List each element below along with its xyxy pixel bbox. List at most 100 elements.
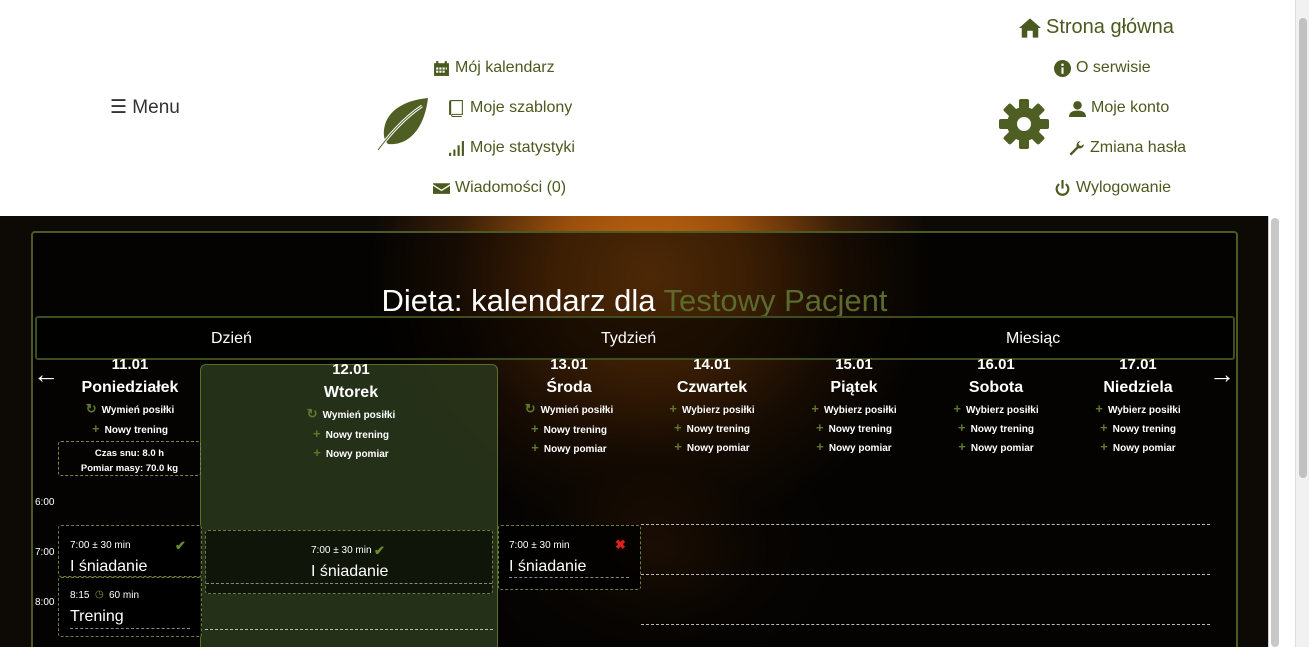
check-icon: ✔ — [175, 538, 186, 553]
plus-icon: + — [531, 440, 539, 455]
page-scrollbar-thumb[interactable] — [1299, 18, 1307, 478]
plus-icon: + — [958, 439, 966, 454]
nav-my-templates[interactable]: Moje szablony — [448, 99, 572, 117]
action-new-training[interactable]: + Nowy trening — [498, 421, 640, 436]
action-swap-meals[interactable]: ↻ Wymień posiłki — [59, 401, 201, 417]
day-header-monday: 11.01 Poniedziałek ↻ Wymień posiłki + Nowy… — [59, 356, 201, 436]
day-header-saturday: 16.01 Sobota + Wybierz posiłki + Nowy tren… — [925, 356, 1067, 454]
event-time: 7:00 ± 30 min — [70, 540, 131, 551]
patient-name[interactable]: Testowy Pacjent — [664, 283, 888, 318]
refresh-icon: ↻ — [85, 401, 97, 416]
nav-my-statistics-label: Moje statystyki — [470, 139, 575, 156]
day-name: Czwartek — [676, 379, 748, 396]
tab-month[interactable]: Miesiąc — [1006, 330, 1060, 348]
nav-my-account[interactable]: Moje konto — [1069, 99, 1169, 117]
nav-my-calendar[interactable]: Mój kalendarz — [433, 59, 555, 77]
page-title: Dieta: kalendarz dla Testowy Pacjent — [33, 283, 1236, 319]
nav-change-password[interactable]: Zmiana hasła — [1068, 139, 1186, 157]
day-name: Środa — [546, 379, 592, 396]
nav-home[interactable]: Strona główna — [1019, 16, 1174, 39]
home-icon — [1019, 17, 1041, 39]
action-swap-meals[interactable]: ↻ Wymień posiłki — [280, 406, 422, 422]
tab-week[interactable]: Tydzień — [601, 330, 656, 348]
content-scrollbar-thumb[interactable] — [1271, 218, 1279, 647]
daily-stats-box[interactable]: Czas snu: 8.0 h Pomiar masy: 70.0 kg — [58, 441, 201, 476]
nav-about[interactable]: O serwisie — [1054, 59, 1151, 77]
plus-icon: + — [669, 401, 677, 416]
next-week-arrow[interactable]: → — [1209, 359, 1235, 390]
event-time: 8:15 — [70, 590, 90, 601]
action-new-training[interactable]: + Nowy trening — [1067, 420, 1209, 435]
event-title: Trening — [70, 608, 124, 625]
event-time: 7:00 ± 30 min — [311, 545, 372, 556]
day-header-tuesday: 12.01 Wtorek ↻ Wymień posiłki + Nowy treni… — [280, 361, 422, 460]
hour-label: 7:00 — [35, 547, 55, 558]
action-new-training[interactable]: + Nowy trening — [641, 420, 783, 435]
meal-event[interactable]: 7:00 ± 30 min ✖ I śniadanie — [498, 525, 641, 590]
top-header: ☰ Menu Mój kalendarz Moje szablony Moje … — [0, 0, 1309, 216]
tab-day[interactable]: Dzień — [211, 330, 252, 348]
grid-line — [205, 629, 493, 630]
day-name: Poniedziałek — [81, 379, 179, 396]
nav-my-calendar-label: Mój kalendarz — [455, 59, 555, 76]
action-new-training[interactable]: + Nowy trening — [59, 421, 201, 436]
nav-logout-label: Wylogowanie — [1076, 179, 1172, 196]
action-new-training[interactable]: + Nowy trening — [925, 420, 1067, 435]
info-icon — [1054, 59, 1071, 77]
plus-icon: + — [531, 421, 539, 436]
plus-icon: + — [674, 439, 682, 454]
menu-button[interactable]: ☰ Menu — [110, 96, 180, 119]
page-scrollbar[interactable] — [1295, 0, 1309, 647]
check-icon: ✔ — [374, 543, 385, 558]
content-scrollbar[interactable] — [1268, 216, 1281, 647]
action-new-training[interactable]: + Nowy trening — [280, 426, 422, 441]
leaf-icon — [376, 96, 432, 152]
nav-logout[interactable]: Wylogowanie — [1054, 179, 1171, 197]
day-date: 12.01 — [332, 361, 370, 378]
day-name: Sobota — [968, 379, 1024, 396]
action-new-measurement[interactable]: + Nowy pomiar — [280, 445, 422, 460]
day-header-thursday: 14.01 Czwartek + Wybierz posiłki + Nowy tr… — [641, 356, 783, 454]
day-date: 15.01 — [835, 356, 873, 373]
meal-event[interactable]: 7:00 ± 30 min ✔ I śniadanie — [205, 530, 493, 594]
plus-icon: + — [816, 420, 824, 435]
envelope-icon — [433, 180, 450, 197]
plus-icon: + — [958, 420, 966, 435]
gear-icon — [998, 98, 1050, 150]
power-icon — [1054, 179, 1071, 197]
hour-label: 6:00 — [35, 497, 55, 508]
grid-line — [641, 574, 1210, 575]
day-date: 14.01 — [693, 356, 731, 373]
action-choose-meals[interactable]: + Wybierz posiłki — [641, 401, 783, 416]
prev-week-arrow[interactable]: ← — [33, 359, 59, 390]
meal-event[interactable]: 7:00 ± 30 min ✔ I śniadanie — [58, 525, 202, 578]
nav-messages[interactable]: Wiadomości (0) — [433, 179, 566, 197]
event-duration: 60 min — [109, 590, 140, 601]
day-date: 13.01 — [550, 356, 588, 373]
action-choose-meals[interactable]: + Wybierz posiłki — [925, 401, 1067, 416]
nav-messages-label: Wiadomości (0) — [455, 179, 567, 196]
nav-my-statistics[interactable]: Moje statystyki — [448, 139, 575, 157]
action-choose-meals[interactable]: + Wybierz posiłki — [1067, 401, 1209, 416]
action-swap-meals[interactable]: ↻ Wymień posiłki — [498, 401, 640, 417]
action-new-measurement[interactable]: + Nowy pomiar — [1067, 439, 1209, 454]
nav-my-templates-label: Moje szablony — [470, 99, 573, 116]
wrench-icon — [1068, 140, 1085, 157]
action-new-measurement[interactable]: + Nowy pomiar — [641, 439, 783, 454]
action-choose-meals[interactable]: + Wybierz posiłki — [783, 401, 925, 416]
training-event[interactable]: 8:15 ◷ 60 min Trening — [58, 577, 202, 637]
action-new-measurement[interactable]: + Nowy pomiar — [498, 440, 640, 455]
view-switcher: Dzień Tydzień Miesiąc — [35, 316, 1235, 360]
signal-icon — [448, 140, 465, 157]
action-new-measurement[interactable]: + Nowy pomiar — [783, 439, 925, 454]
action-new-measurement[interactable]: + Nowy pomiar — [925, 439, 1067, 454]
event-title: I śniadanie — [509, 558, 587, 575]
day-header-friday: 15.01 Piątek + Wybierz posiłki + Nowy tren… — [783, 356, 925, 454]
plus-icon: + — [674, 420, 682, 435]
day-header-wednesday: 13.01 Środa ↻ Wymień posiłki + Nowy trenin… — [498, 356, 640, 455]
calendar-icon — [433, 60, 450, 77]
plus-icon: + — [1095, 401, 1103, 416]
book-icon — [448, 99, 465, 117]
action-new-training[interactable]: + Nowy trening — [783, 420, 925, 435]
day-header-sunday: 17.01 Niedziela + Wybierz posiłki + Nowy t… — [1067, 356, 1209, 454]
